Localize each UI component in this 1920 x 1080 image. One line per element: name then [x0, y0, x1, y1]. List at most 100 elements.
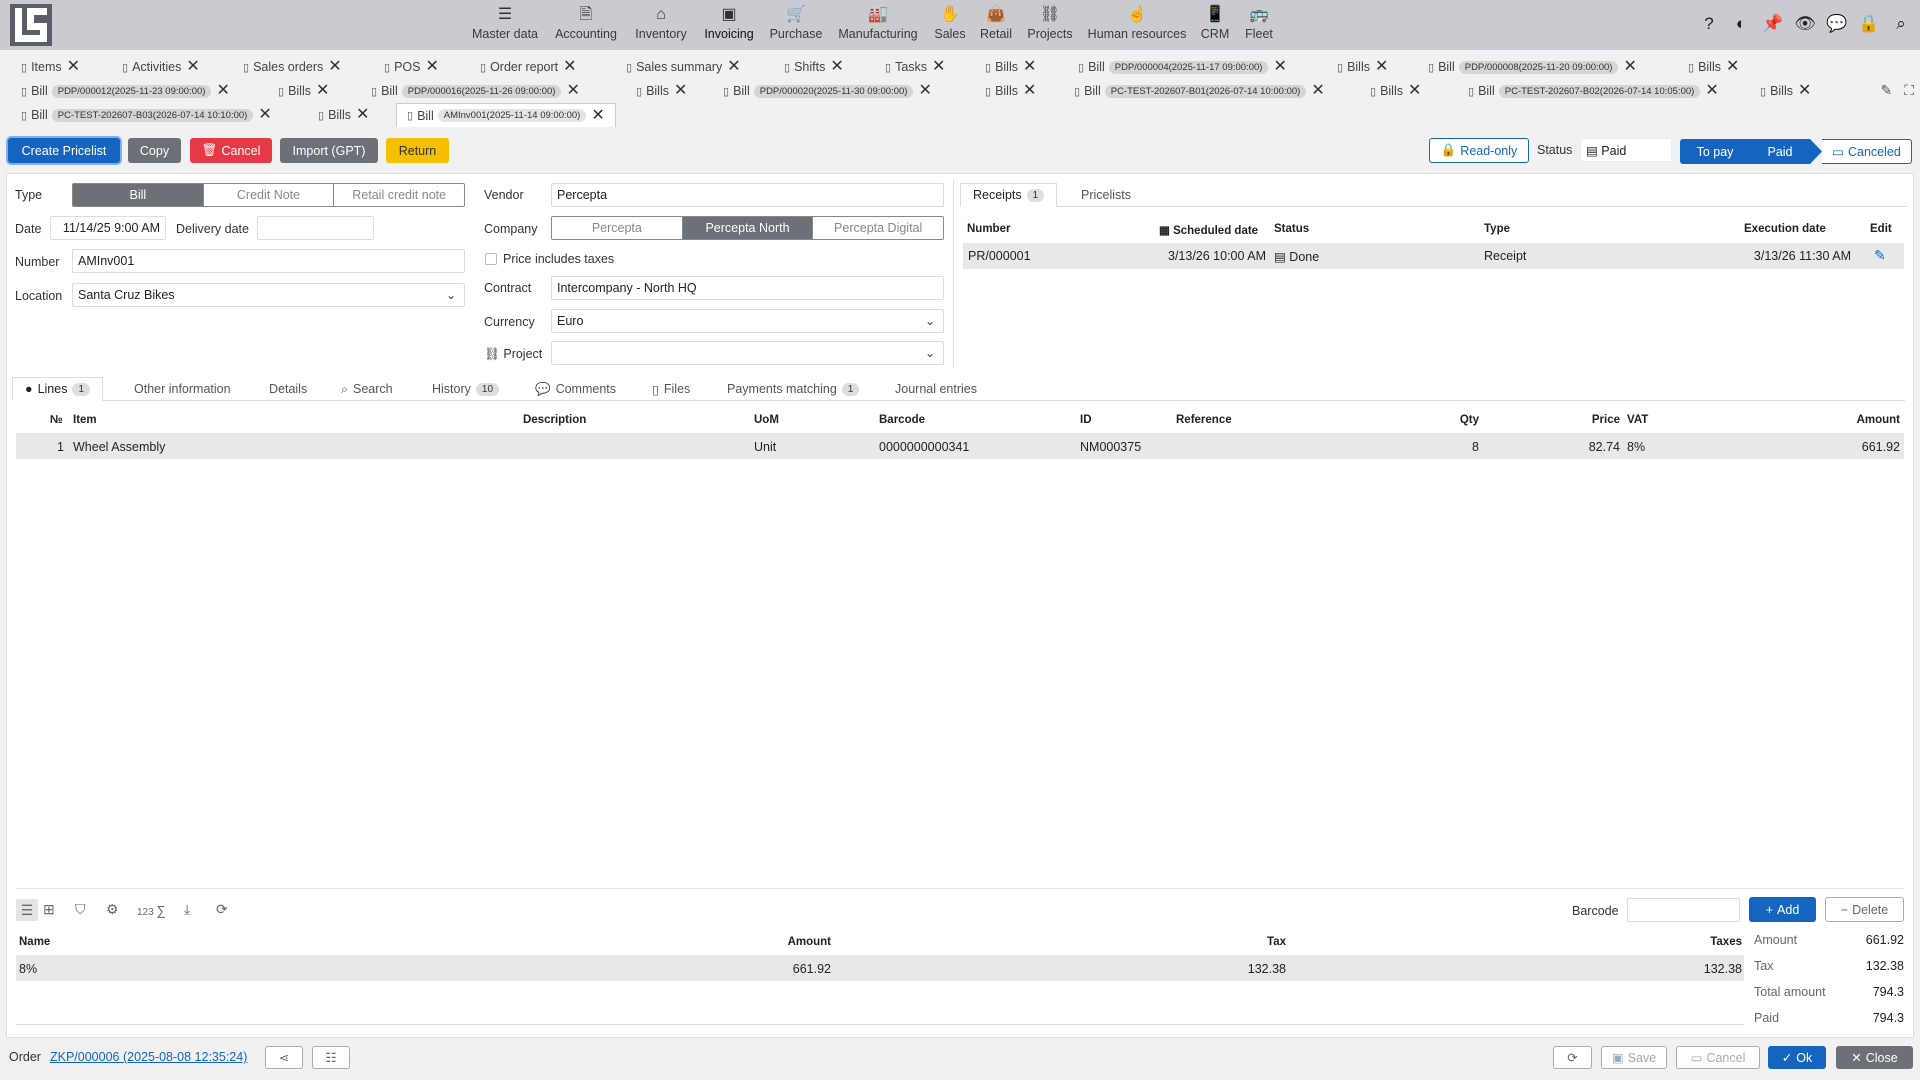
open-tab[interactable]: ▯ Bill PDP/000008(2025-11-20 09:00:00) ✕ [1428, 57, 1637, 77]
open-tab[interactable]: ▯ Bills ✕ [1370, 81, 1421, 101]
open-tab[interactable]: ▯ Bill PDP/000020(2025-11-30 09:00:00) ✕ [723, 81, 932, 101]
price-includes-taxes-checkbox[interactable] [485, 253, 497, 265]
module-inventory[interactable]: ⌂ Inventory [635, 3, 686, 41]
create-pricelist-button[interactable]: Create Pricelist [8, 138, 120, 163]
open-tab[interactable]: ▯ Bill AMInv001(2025-11-14 09:00:00) ✕ [396, 103, 616, 127]
copy-button[interactable]: Copy [128, 138, 181, 163]
location-select[interactable]: Santa Cruz Bikes ⌄ [72, 283, 465, 307]
close-tab-icon[interactable]: ✕ [67, 59, 80, 75]
tab-payments-matching[interactable]: Payments matching 1 [727, 377, 860, 401]
module-accounting[interactable]: 🗎 Accounting [555, 3, 617, 41]
type-retail-credit-note-option[interactable]: Retail credit note [334, 184, 464, 206]
close-button[interactable]: ✕ Close [1836, 1046, 1913, 1069]
edit-tabs-icon[interactable]: ✎ [1880, 82, 1892, 99]
status-paid[interactable]: Paid [1750, 139, 1810, 164]
share-button[interactable]: ⋖ [265, 1046, 303, 1069]
cancel-document-button[interactable]: 🗑 Cancel [190, 138, 272, 163]
status-canceled[interactable]: ▭ Canceled [1822, 139, 1912, 164]
type-bill-option[interactable]: Bill [73, 184, 204, 206]
close-tab-icon[interactable]: ✕ [316, 83, 329, 99]
download-icon[interactable]: ⤓ [184, 901, 190, 918]
pin-icon[interactable]: 📌 [1762, 13, 1784, 35]
open-tab[interactable]: ▯ Bills ✕ [1760, 81, 1811, 101]
lock-icon[interactable]: 🔒 [1858, 13, 1880, 35]
list-view-icon[interactable]: ☰ [16, 899, 38, 921]
open-tab[interactable]: ▯ Bills ✕ [985, 57, 1036, 77]
open-tab[interactable]: ▯ POS ✕ [384, 57, 439, 77]
tab-lines[interactable]: ● Lines 1 [12, 377, 104, 401]
open-tab[interactable]: ▯ Order report ✕ [480, 57, 577, 77]
tab-details[interactable]: Details [269, 377, 307, 401]
reload-button[interactable]: ⟳ [1553, 1046, 1592, 1069]
close-tab-icon[interactable]: ✕ [425, 59, 438, 75]
tab-pricelists[interactable]: Pricelists [1081, 183, 1131, 207]
module-manufacturing[interactable]: 🏭 Manufacturing [838, 3, 917, 41]
open-tab[interactable]: ▯ Bills ✕ [318, 105, 369, 125]
close-tab-icon[interactable]: ✕ [1726, 59, 1739, 75]
module-human-resources[interactable]: ☝ Human resources [1088, 3, 1187, 41]
open-tab[interactable]: ▯ Bill PC-TEST-202607-B02(2026-07-14 10:05… [1468, 81, 1719, 101]
close-tab-icon[interactable]: ✕ [258, 107, 271, 123]
close-tab-icon[interactable]: ✕ [830, 59, 843, 75]
open-tab[interactable]: ▯ Bills ✕ [1688, 57, 1739, 77]
delete-line-button[interactable]: − Delete [1825, 897, 1904, 922]
tab-files[interactable]: ▯ Files [652, 377, 690, 401]
tab-receipts[interactable]: Receipts 1 [960, 183, 1058, 207]
type-credit-note-option[interactable]: Credit Note [204, 184, 335, 206]
ok-button[interactable]: ✓ Ok [1768, 1046, 1826, 1069]
help-icon[interactable]: ? [1698, 13, 1720, 35]
eye-icon[interactable]: 👁 [1794, 13, 1816, 35]
close-tab-icon[interactable]: ✕ [727, 59, 740, 75]
save-button[interactable]: ▣ Save [1601, 1046, 1667, 1069]
company-percepta-north-option[interactable]: Percepta North [682, 217, 814, 239]
cancel-button[interactable]: ▭ Cancel [1676, 1046, 1760, 1069]
status-to-pay[interactable]: To pay [1680, 139, 1750, 164]
open-tab[interactable]: ▯ Sales summary ✕ [626, 57, 741, 77]
module-retail[interactable]: 👜 Retail [980, 3, 1012, 41]
tab-comments[interactable]: 💬 Comments [535, 377, 616, 401]
delivery-date-field[interactable] [257, 216, 374, 240]
refresh-icon[interactable]: ⟳ [216, 901, 228, 918]
open-tab[interactable]: ▯ Bills ✕ [1337, 57, 1388, 77]
close-tab-icon[interactable]: ✕ [1023, 83, 1036, 99]
tax-row[interactable] [16, 955, 1744, 981]
close-tab-icon[interactable]: ✕ [1023, 59, 1036, 75]
adjust-button[interactable]: ☷ [312, 1046, 350, 1069]
module-crm[interactable]: 📱 CRM [1201, 3, 1229, 41]
open-tab[interactable]: ▯ Bill PC-TEST-202607-B01(2026-07-14 10:00… [1074, 81, 1325, 101]
open-tab[interactable]: ▯ Bills ✕ [278, 81, 329, 101]
close-tab-icon[interactable]: ✕ [1705, 83, 1718, 99]
open-tab[interactable]: ▯ Activities ✕ [122, 57, 200, 77]
grid-view-icon[interactable]: ⊞ [43, 901, 55, 918]
close-tab-icon[interactable]: ✕ [1273, 59, 1286, 75]
vendor-field[interactable]: Percepta [551, 183, 944, 207]
fullscreen-icon[interactable]: ⛶ [1904, 82, 1914, 99]
close-tab-icon[interactable]: ✕ [328, 59, 341, 75]
close-tab-icon[interactable]: ✕ [216, 83, 229, 99]
open-tab[interactable]: ▯ Bills ✕ [985, 81, 1036, 101]
open-tab[interactable]: ▯ Bill PDP/000012(2025-11-23 09:00:00) ✕ [21, 81, 230, 101]
close-tab-icon[interactable]: ✕ [932, 59, 945, 75]
close-tab-icon[interactable]: ✕ [674, 83, 687, 99]
close-tab-icon[interactable]: ✕ [1311, 83, 1324, 99]
open-tab[interactable]: ▯ Items ✕ [21, 57, 80, 77]
module-invoicing[interactable]: ▣ Invoicing [704, 3, 753, 41]
module-purchase[interactable]: 🛒 Purchase [770, 3, 823, 41]
close-tab-icon[interactable]: ✕ [918, 83, 931, 99]
contract-field[interactable]: Intercompany - North HQ [551, 276, 944, 300]
row-count-icon[interactable]: 123 ∑ [137, 903, 166, 918]
barcode-input[interactable] [1627, 898, 1740, 922]
return-button[interactable]: Return [386, 138, 449, 163]
close-tab-icon[interactable]: ✕ [186, 59, 199, 75]
filter-icon[interactable]: ⛉ [75, 901, 86, 918]
close-tab-icon[interactable]: ✕ [591, 107, 604, 124]
open-tab[interactable]: ▯ Bill PDP/000016(2025-11-26 09:00:00) ✕ [371, 81, 580, 101]
module-master-data[interactable]: ☰ Master data [472, 3, 538, 41]
chat-icon[interactable]: 💬 [1826, 13, 1848, 35]
close-tab-icon[interactable]: ✕ [566, 83, 579, 99]
tab-history[interactable]: History 10 [432, 377, 500, 401]
currency-select[interactable]: Euro ⌄ [551, 309, 944, 333]
close-tab-icon[interactable]: ✕ [356, 107, 369, 123]
order-link[interactable]: ZKP/000006 (2025-08-08 12:35:24) [50, 1050, 247, 1064]
add-line-button[interactable]: + Add [1749, 897, 1816, 922]
